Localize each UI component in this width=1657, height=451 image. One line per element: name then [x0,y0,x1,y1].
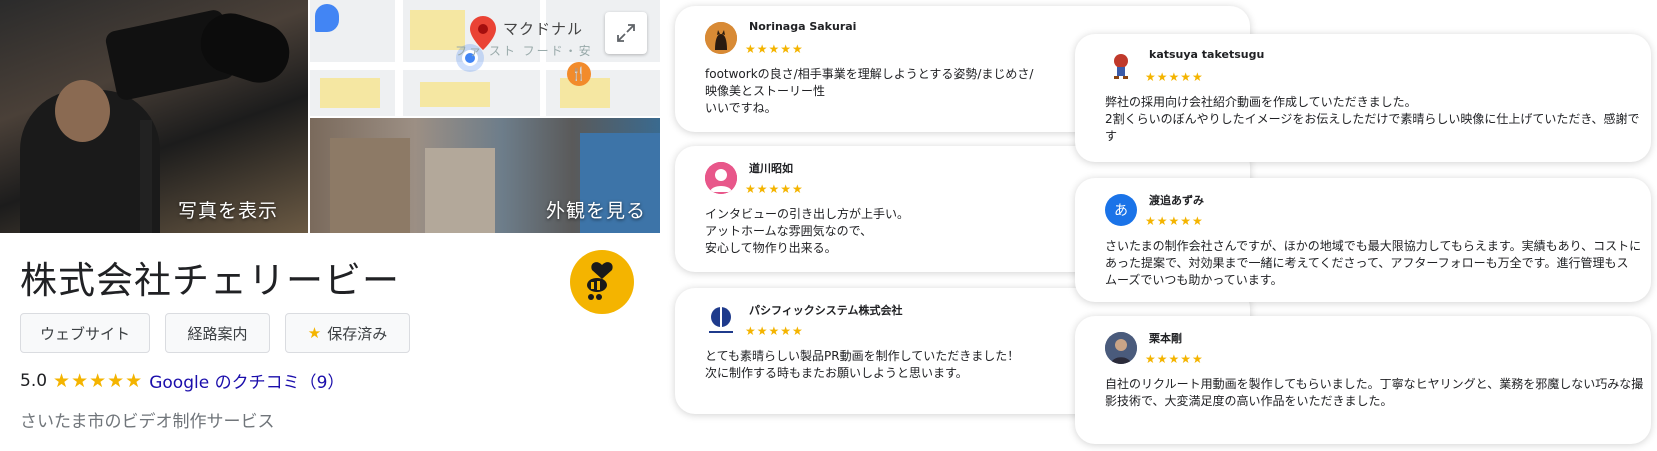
review-card: あ 渡追あずみ ★★★★★ さいたまの制作会社さんですが、ほかの地域でも最大限協… [1075,178,1651,302]
map-road [395,0,403,116]
reviewer-name: katsuya taketsugu [1149,48,1265,61]
business-profile-panel: 写真を表示 マクドナル ファ スト フード・安 🍴 外観を見る 株式会社チェリー… [0,0,660,451]
avatar-letter: あ [1114,203,1128,219]
business-logo [570,250,634,314]
map-block [420,82,490,107]
photo-main[interactable]: 写真を表示 [0,0,308,233]
website-button[interactable]: ウェブサイト [20,313,150,353]
person-photo-avatar-icon [1105,332,1137,364]
business-category: さいたま市のビデオ制作サービス [20,412,275,432]
review-stars: ★★★★★ [745,324,804,338]
street-building [330,138,410,233]
show-photos-label[interactable]: 写真を表示 [178,196,278,223]
directions-button-label: 経路案内 [187,324,248,343]
cat-avatar-icon [705,22,737,54]
review-text: 自社のリクルート用動画を製作してもらいました。丁寧なヒヤリングと、業務を邪魔しな… [1105,377,1644,408]
review-stars: ★★★★★ [1145,70,1204,84]
review-text: さいたまの制作会社さんですが、ほかの地域でも最大限協力してもらえます。実績もあり… [1105,239,1642,287]
review-stars: ★★★★★ [745,182,804,196]
map-place-sublabel: ファ スト フード・安 [455,44,593,58]
review-card: katsuya taketsugu ★★★★★ 弊社の採用向け会社紹介動画を作成… [1075,34,1651,162]
directions-button[interactable]: 経路案内 [165,313,270,353]
reviewer-name: 栗本剛 [1149,332,1182,345]
avatar [705,22,737,54]
saved-button-label: 保存済み [327,324,388,343]
cherry-bee-logo-icon [587,262,613,300]
review-card: 栗本剛 ★★★★★ 自社のリクルート用動画を製作してもらいました。丁寧なヒヤリン… [1075,316,1651,444]
restaurant-icon: 🍴 [567,62,591,86]
rating-value: 5.0 [20,370,48,391]
company-logo-icon [709,307,733,333]
star-icon: ★ [307,324,322,342]
saved-button[interactable]: ★ 保存済み [285,313,410,353]
photo-tripod [140,120,152,233]
map-block [320,78,380,108]
google-reviews-link[interactable]: Google のクチコミ（9） [149,368,344,393]
website-button-label: ウェブサイト [39,324,130,343]
expand-icon [617,24,635,42]
avatar [1105,50,1137,82]
photo-person-head [55,80,110,142]
rating-row: 5.0 ★★★★★ Google のクチコミ（9） [20,368,344,394]
person-avatar-icon [705,162,737,194]
avatar [705,162,737,194]
exterior-view-label[interactable]: 外観を見る [546,196,646,223]
street-shop [425,148,495,233]
review-stars: ★★★★★ [745,42,804,56]
reviewer-name: 渡追あずみ [1149,194,1204,207]
expand-map-button[interactable] [605,12,647,54]
map-road [310,62,660,70]
reviewer-name: パシフィックシステム株式会社 [749,304,903,317]
avatar [705,304,737,336]
review-stars: ★★★★★ [1145,352,1204,366]
review-stars: ★★★★★ [1145,214,1204,228]
avatar [1105,332,1137,364]
map-place-label: マクドナル [503,20,584,38]
business-name: 株式会社チェリービー [20,259,400,302]
character-avatar-icon [1114,54,1128,79]
review-text: とても素晴らしい製品PR動画を制作していただきました！ 次に制作する時もまたお願… [705,349,1020,380]
rating-stars: ★★★★★ [53,369,144,392]
avatar: あ [1105,194,1137,226]
review-text: footworkの良さ/相手事業を理解しようとする姿勢/まじめさ/ 映像美とスト… [705,67,1034,115]
street-view-thumbnail[interactable]: 外観を見る [310,118,660,233]
reviewer-name: 道川昭如 [749,162,793,175]
reviewer-name: Norinaga Sakurai [749,20,857,33]
review-text: インタビューの引き出し方が上手い。 アットホームな雰囲気なので、 安心して物作り… [705,207,910,255]
review-text: 弊社の採用向け会社紹介動画を作成していただきました。 2割くらいのぼんやりしたイ… [1105,95,1640,143]
transit-icon [315,4,339,32]
